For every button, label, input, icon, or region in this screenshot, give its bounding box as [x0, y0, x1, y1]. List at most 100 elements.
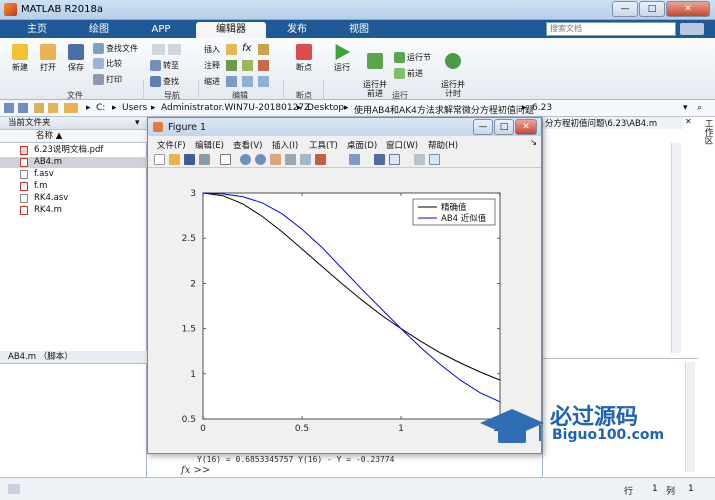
- indent-right-icon[interactable]: [242, 76, 253, 87]
- show-plot-tools-icon[interactable]: [429, 154, 440, 165]
- legend[interactable]: 精确值AB4 近似值: [412, 198, 496, 226]
- forward-arrow-icon[interactable]: [168, 44, 181, 55]
- find-icon: [150, 76, 161, 87]
- save-button[interactable]: 保存: [64, 44, 88, 73]
- menu-view[interactable]: 查看(V): [233, 139, 262, 151]
- find-files-button[interactable]: 查找文件: [93, 43, 138, 54]
- path-separator: ▸: [344, 103, 349, 113]
- file-row-selected[interactable]: AB4.m: [0, 157, 147, 168]
- advance-button[interactable]: 前进: [394, 68, 423, 79]
- fx-icon[interactable]: fx: [242, 43, 251, 54]
- address-bar[interactable]: ▸ C: ▸ Users ▸ Administrator.WIN7U-20180…: [0, 100, 715, 117]
- search-folder-icon[interactable]: ⌕: [697, 103, 702, 113]
- command-prompt[interactable]: fx >>: [181, 465, 210, 476]
- colorbar-icon[interactable]: [374, 154, 385, 165]
- path-segment[interactable]: 6.23: [532, 103, 552, 113]
- menu-insert[interactable]: 插入(I): [272, 139, 298, 151]
- file-row[interactable]: RK4.m: [0, 205, 147, 216]
- run-button[interactable]: 运行: [330, 44, 354, 73]
- browse-folder-icon[interactable]: [48, 103, 58, 113]
- back-icon[interactable]: [4, 103, 14, 113]
- function-file-icon: [20, 182, 28, 191]
- menu-file[interactable]: 文件(F): [157, 139, 186, 151]
- indent-left-icon[interactable]: [258, 76, 269, 87]
- comment-button[interactable]: 注释: [204, 60, 220, 71]
- menu-tools[interactable]: 工具(T): [309, 139, 338, 151]
- figure-close-button[interactable]: ✕: [515, 119, 537, 135]
- tab-publish[interactable]: 发布: [268, 22, 326, 38]
- brush-icon[interactable]: [315, 154, 326, 165]
- address-dropdown-icon[interactable]: ▾: [683, 103, 688, 113]
- data-cursor-icon[interactable]: [300, 154, 311, 165]
- tab-apps[interactable]: APP: [132, 22, 190, 38]
- path-segment[interactable]: Users: [122, 103, 147, 113]
- hide-plot-tools-icon[interactable]: [414, 154, 425, 165]
- pointer-icon[interactable]: [220, 154, 231, 165]
- run-section-button[interactable]: 运行节: [394, 52, 431, 63]
- filter-icon[interactable]: [680, 23, 704, 35]
- tab-plots[interactable]: 绘图: [70, 22, 128, 38]
- figure-minimize-button[interactable]: —: [473, 119, 493, 135]
- comment-percent-icon[interactable]: [226, 60, 237, 71]
- new-button[interactable]: 新建: [8, 44, 32, 73]
- path-segment[interactable]: Desktop: [307, 103, 344, 113]
- file-row[interactable]: f.asv: [0, 169, 147, 180]
- menu-help[interactable]: 帮助(H): [428, 139, 458, 151]
- tab-editor[interactable]: 编辑器: [196, 22, 266, 38]
- print-figure-icon[interactable]: [199, 154, 210, 165]
- open-file-icon[interactable]: [169, 154, 180, 165]
- file-row[interactable]: f.m: [0, 181, 147, 192]
- indent-button[interactable]: 缩进: [204, 76, 220, 87]
- rotate-3d-icon[interactable]: [285, 154, 296, 165]
- app-title: MATLAB R2018a: [21, 4, 104, 15]
- insert-dropdown-icon[interactable]: [258, 44, 269, 55]
- command-output: Y(16) = 0.6853345757 Y(16) - Y = -0.2377…: [197, 455, 395, 464]
- back-arrow-icon[interactable]: [152, 44, 165, 55]
- search-docs-input[interactable]: 搜索文档: [546, 22, 676, 36]
- figure-maximize-button[interactable]: □: [494, 119, 514, 135]
- legend-icon[interactable]: [389, 154, 400, 165]
- path-segment[interactable]: C:: [96, 103, 105, 113]
- editor-close-icon[interactable]: ✕: [685, 117, 697, 129]
- maximize-button[interactable]: □: [639, 1, 665, 17]
- open-button[interactable]: 打开: [36, 44, 60, 73]
- menu-desktop[interactable]: 桌面(D): [347, 139, 377, 151]
- panel-menu-icon[interactable]: ▾: [135, 118, 140, 128]
- figure-title-bar[interactable]: Figure 1 — □ ✕: [148, 118, 541, 136]
- tab-view[interactable]: 视图: [330, 22, 388, 38]
- name-column-header[interactable]: 名称 ▲: [0, 130, 147, 143]
- zoom-out-icon[interactable]: [255, 154, 266, 165]
- menu-dock-icon[interactable]: ↘: [530, 138, 537, 148]
- save-figure-icon[interactable]: [184, 154, 195, 165]
- pan-hand-icon[interactable]: [270, 154, 281, 165]
- file-row[interactable]: RK4.asv: [0, 193, 147, 204]
- menu-edit[interactable]: 编辑(E): [195, 139, 224, 151]
- insert-button[interactable]: 插入: [204, 44, 220, 55]
- command-window[interactable]: Y(16) = 0.6853345757 Y(16) - Y = -0.2377…: [147, 454, 542, 477]
- up-folder-icon[interactable]: [34, 103, 44, 113]
- find-button[interactable]: 查找: [150, 76, 179, 87]
- path-segment[interactable]: 使用AB4和AK4方法求解常微分方程初值问题: [354, 103, 534, 116]
- close-button[interactable]: ✕: [666, 1, 710, 17]
- path-segment[interactable]: Administrator.WIN7U-20180127Z: [161, 103, 310, 113]
- workspace-tab[interactable]: 工作区: [701, 119, 713, 145]
- uncomment-icon[interactable]: [242, 60, 253, 71]
- insert-section-icon[interactable]: [226, 44, 237, 55]
- file-row[interactable]: 6.23说明文档.pdf: [0, 145, 147, 156]
- menu-window[interactable]: 窗口(W): [386, 139, 418, 151]
- minimize-button[interactable]: —: [612, 1, 638, 17]
- new-figure-icon[interactable]: [154, 154, 165, 165]
- compare-button[interactable]: 比较: [93, 58, 122, 69]
- zoom-in-icon[interactable]: [240, 154, 251, 165]
- editor-scrollbar[interactable]: [671, 143, 681, 353]
- tab-home[interactable]: 主页: [8, 22, 66, 38]
- print-button[interactable]: 打印: [93, 74, 122, 85]
- run-and-time-button[interactable]: 运行并 计时: [438, 44, 468, 98]
- link-plot-icon[interactable]: [349, 154, 360, 165]
- forward-icon[interactable]: [18, 103, 28, 113]
- breakpoints-button[interactable]: 断点: [290, 44, 318, 73]
- goto-button[interactable]: 转至: [150, 60, 179, 71]
- smart-indent-icon[interactable]: [226, 76, 237, 87]
- wrap-comment-icon[interactable]: [258, 60, 269, 71]
- path-separator: ▸: [297, 103, 302, 113]
